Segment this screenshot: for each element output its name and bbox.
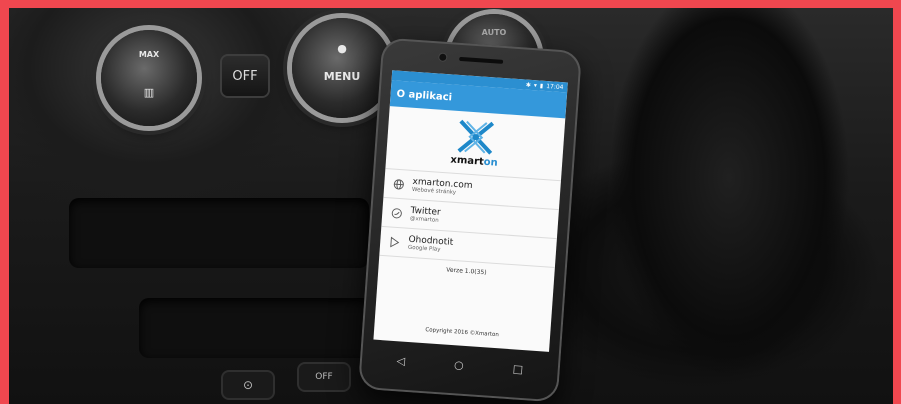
phone-screen: ✱ ▾ ▮ 17:04 O aplikaci xmarton xmarton.c… — [373, 70, 568, 352]
xmarton-logo-icon — [457, 119, 495, 155]
back-icon[interactable]: ◁ — [396, 354, 405, 368]
smartphone: ✱ ▾ ▮ 17:04 O aplikaci xmarton xmarton.c… — [357, 37, 583, 403]
recents-icon[interactable]: □ — [512, 362, 523, 376]
front-camera — [439, 53, 447, 61]
knob-auto-label: AUTO — [481, 28, 507, 37]
off-label: OFF — [232, 68, 258, 84]
battery-icon: ▮ — [539, 82, 544, 90]
home-icon[interactable]: ○ — [454, 358, 464, 372]
earpiece — [459, 56, 504, 64]
off-button: OFF — [222, 56, 268, 96]
knob-menu-label: MENU — [323, 70, 361, 83]
twitter-icon — [390, 206, 403, 219]
storage-slot — [69, 198, 369, 268]
climate-knob-left: MAX ▥ — [101, 30, 197, 126]
globe-icon — [392, 178, 405, 191]
gear-stick — [609, 8, 893, 404]
knob-max-label: MAX — [138, 50, 160, 59]
rear-defrost-icon: ▥ — [143, 86, 155, 99]
bluetooth-icon: ✱ — [525, 81, 532, 89]
status-time: 17:04 — [545, 82, 564, 91]
play-store-icon — [388, 235, 401, 248]
brand-wordmark: xmarton — [450, 154, 498, 168]
start-stop-button: OFF — [299, 364, 349, 390]
lock-button: ⊙ — [223, 372, 273, 398]
wifi-icon: ▾ — [533, 81, 538, 89]
page-title: O aplikaci — [396, 88, 453, 103]
brand-suffix: on — [483, 156, 499, 169]
brand-prefix: xmart — [450, 154, 485, 168]
copyright-label: Copyright 2016 ©Xmarton — [425, 327, 500, 339]
bottom-off-label: OFF — [315, 372, 333, 382]
item-subtitle: @xmarton — [409, 215, 439, 224]
joystick-icon: ● — [337, 42, 347, 55]
